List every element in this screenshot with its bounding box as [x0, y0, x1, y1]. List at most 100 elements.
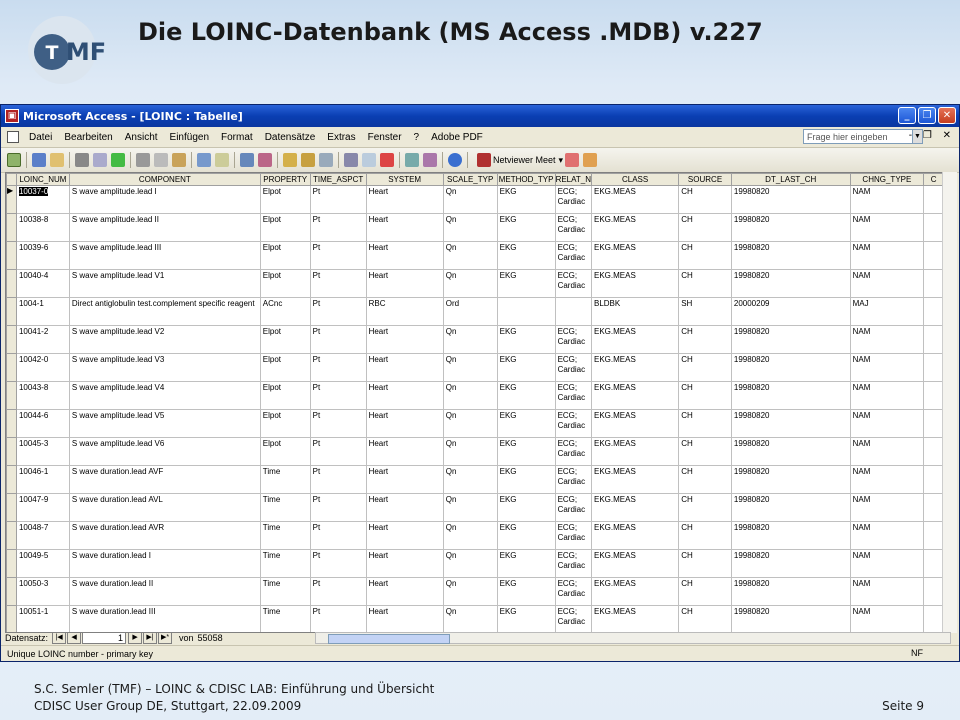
table-cell[interactable]	[923, 577, 944, 606]
table-cell[interactable]: 10049-5	[15, 549, 70, 578]
table-cell[interactable]: ECG; Cardiac	[554, 353, 592, 382]
first-record-button[interactable]: |◀	[52, 632, 67, 644]
column-header[interactable]: SYSTEM	[365, 173, 444, 186]
table-cell[interactable]: Heart	[365, 213, 444, 242]
row-selector[interactable]	[6, 437, 17, 466]
table-cell[interactable]: 1004-1	[15, 297, 70, 326]
table-cell[interactable]: 19980820	[730, 549, 851, 578]
table-cell[interactable]: Pt	[309, 605, 367, 632]
record-number-input[interactable]: 1	[82, 632, 127, 644]
last-record-button[interactable]: ▶|	[143, 632, 158, 644]
table-cell[interactable]: CH	[678, 185, 732, 214]
table-cell[interactable]: NAM	[849, 241, 925, 270]
help-icon[interactable]	[448, 153, 462, 167]
table-cell[interactable]: Pt	[309, 465, 367, 494]
table-cell[interactable]: Qn	[442, 521, 498, 550]
table-doc-icon[interactable]	[7, 131, 19, 143]
menu-einfuegen[interactable]: Einfügen	[164, 132, 215, 143]
table-cell[interactable]: Elpot	[259, 213, 311, 242]
table-cell[interactable]: 19980820	[730, 577, 851, 606]
sort-descending-icon[interactable]	[258, 153, 272, 167]
filter-selection-icon[interactable]	[283, 153, 297, 167]
table-cell[interactable]: EKG.MEAS	[590, 605, 680, 632]
table-row[interactable]: 10041-2 S wave amplitude.lead V2 Elpot Pt He…	[6, 325, 944, 354]
menu-bearbeiten[interactable]: Bearbeiten	[58, 132, 118, 143]
new-object-icon[interactable]	[423, 153, 437, 167]
preview-icon[interactable]	[93, 153, 107, 167]
table-cell[interactable]: Pt	[309, 493, 367, 522]
row-selector[interactable]	[6, 549, 17, 578]
table-cell[interactable]: NAM	[849, 185, 925, 214]
column-header[interactable]: SOURCE	[678, 173, 732, 186]
menu-datensaetze[interactable]: Datensätze	[259, 132, 322, 143]
table-cell[interactable]: 10039-6	[15, 241, 70, 270]
table-cell[interactable]: SH	[678, 297, 732, 326]
table-cell[interactable]: Qn	[442, 185, 498, 214]
table-cell[interactable]: 19980820	[730, 241, 851, 270]
table-cell[interactable]: Heart	[365, 493, 444, 522]
table-cell[interactable]: 10044-6	[15, 409, 70, 438]
table-row[interactable]: 10040-4 S wave amplitude.lead V1 Elpot Pt He…	[6, 269, 944, 298]
table-cell[interactable]: CH	[678, 241, 732, 270]
table-cell[interactable]: Pt	[309, 521, 367, 550]
row-selector[interactable]	[6, 409, 17, 438]
table-cell[interactable]: Time	[259, 605, 311, 632]
row-selector[interactable]	[6, 325, 17, 354]
table-cell[interactable]: EKG.MEAS	[590, 409, 680, 438]
table-row[interactable]: 10050-3 S wave duration.lead II Time Pt Hear…	[6, 577, 944, 606]
table-cell[interactable]: 10046-1	[15, 465, 70, 494]
table-cell[interactable]: EKG	[496, 241, 556, 270]
table-cell[interactable]: Qn	[442, 437, 498, 466]
table-cell[interactable]: CH	[678, 213, 732, 242]
table-cell[interactable]: CH	[678, 465, 732, 494]
table-row[interactable]: 10045-3 S wave amplitude.lead V6 Elpot Pt He…	[6, 437, 944, 466]
table-cell[interactable]: EKG	[496, 437, 556, 466]
table-cell[interactable]	[923, 521, 944, 550]
table-cell[interactable]: 10041-2	[15, 325, 70, 354]
table-cell[interactable]	[923, 605, 944, 632]
table-cell[interactable]: S wave duration.lead I	[68, 549, 261, 578]
table-cell[interactable]: Pt	[309, 577, 367, 606]
table-cell[interactable]: Heart	[365, 605, 444, 632]
table-cell[interactable]	[923, 325, 944, 354]
table-cell[interactable]	[923, 381, 944, 410]
insert-hyperlink-icon[interactable]	[215, 153, 229, 167]
table-cell[interactable]: ECG; Cardiac	[554, 493, 592, 522]
table-cell[interactable]: Qn	[442, 605, 498, 632]
table-cell[interactable]: Pt	[309, 353, 367, 382]
table-cell[interactable]: ECG; Cardiac	[554, 241, 592, 270]
row-selector[interactable]	[6, 241, 17, 270]
menu-help[interactable]: ?	[408, 132, 426, 143]
table-cell[interactable]: 10051-1	[15, 605, 70, 632]
table-cell[interactable]: Heart	[365, 381, 444, 410]
table-cell[interactable]: 19980820	[730, 325, 851, 354]
table-cell[interactable]: Elpot	[259, 409, 311, 438]
table-cell[interactable]: S wave amplitude.lead V1	[68, 269, 261, 298]
table-cell[interactable]: CH	[678, 493, 732, 522]
table-cell[interactable]: Heart	[365, 241, 444, 270]
table-cell[interactable]: ECG; Cardiac	[554, 521, 592, 550]
next-record-button[interactable]: ▶	[128, 632, 143, 644]
table-cell[interactable]	[923, 353, 944, 382]
column-header[interactable]: CLASS	[590, 173, 680, 186]
database-window-icon[interactable]	[405, 153, 419, 167]
column-header[interactable]: METHOD_TYP	[496, 173, 556, 186]
menu-fenster[interactable]: Fenster	[362, 132, 408, 143]
column-header[interactable]: DT_LAST_CH	[730, 173, 851, 186]
table-cell[interactable]: Heart	[365, 549, 444, 578]
table-cell[interactable]: Heart	[365, 437, 444, 466]
table-cell[interactable]: ECG; Cardiac	[554, 549, 592, 578]
table-row[interactable]: 10042-0 S wave amplitude.lead V3 Elpot Pt He…	[6, 353, 944, 382]
table-cell[interactable]: EKG	[496, 213, 556, 242]
table-cell[interactable]	[554, 297, 592, 326]
column-header[interactable]: TIME_ASPCT	[309, 173, 367, 186]
table-cell[interactable]: EKG	[496, 381, 556, 410]
table-cell[interactable]: Ord	[442, 297, 498, 326]
find-icon[interactable]	[344, 153, 358, 167]
table-row[interactable]: 10039-6 S wave amplitude.lead III Elpot Pt H…	[6, 241, 944, 270]
row-selector[interactable]	[6, 353, 17, 382]
table-cell[interactable]: S wave amplitude.lead III	[68, 241, 261, 270]
table-cell[interactable]: Heart	[365, 353, 444, 382]
table-cell[interactable]: 19980820	[730, 521, 851, 550]
table-cell[interactable]: NAM	[849, 521, 925, 550]
